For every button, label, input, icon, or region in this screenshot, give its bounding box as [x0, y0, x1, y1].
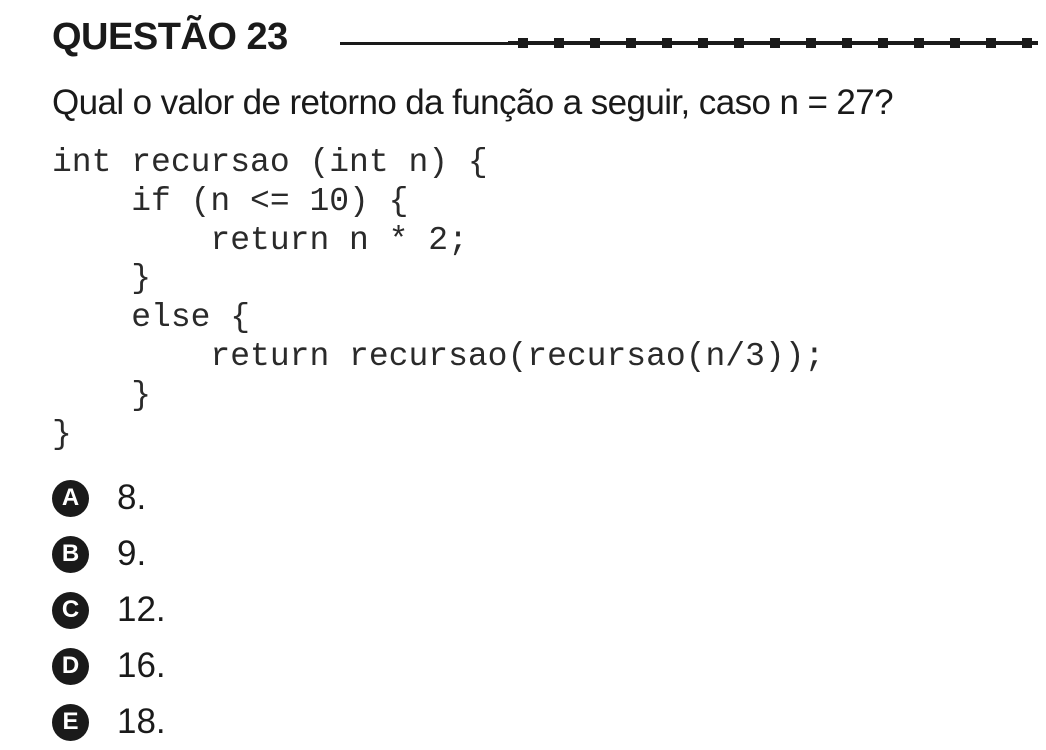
option-letter-badge: B	[52, 535, 89, 573]
option-a[interactable]: A 8.	[52, 470, 166, 526]
option-d[interactable]: D 16.	[52, 638, 166, 694]
option-text: 8.	[117, 478, 147, 517]
code-line: }	[52, 376, 152, 414]
option-b[interactable]: B 9.	[52, 526, 166, 582]
code-line: else {	[52, 299, 251, 337]
option-c[interactable]: C 12.	[52, 582, 166, 638]
question-page: QUESTÃO 23 Qual o valor de retorno da fu…	[0, 0, 1046, 741]
code-block: int recursao (int n) { if (n <= 10) { re…	[52, 144, 824, 454]
question-text: Qual o valor de retorno da função a segu…	[52, 83, 894, 122]
option-letter-badge: C	[52, 591, 89, 629]
option-text: 12.	[117, 590, 166, 629]
option-letter-badge: A	[52, 479, 89, 517]
code-line: }	[52, 415, 72, 453]
code-line: return n * 2;	[52, 221, 468, 259]
question-header: QUESTÃO 23	[52, 10, 1042, 66]
code-line: return recursao(recursao(n/3));	[52, 337, 825, 375]
option-text: 18.	[117, 702, 166, 741]
option-letter-badge: E	[52, 703, 89, 741]
code-line: if (n <= 10) {	[52, 182, 409, 220]
header-dashed-rule	[508, 38, 1038, 48]
option-text: 9.	[117, 534, 147, 573]
option-text: 16.	[117, 646, 166, 685]
option-letter-badge: D	[52, 647, 89, 685]
answer-options: A 8. B 9. C 12. D 16. E 18.	[52, 470, 166, 750]
option-e[interactable]: E 18.	[52, 694, 166, 750]
code-line: }	[52, 260, 152, 298]
code-line: int recursao (int n) {	[52, 144, 488, 181]
question-title: QUESTÃO 23	[52, 16, 288, 58]
